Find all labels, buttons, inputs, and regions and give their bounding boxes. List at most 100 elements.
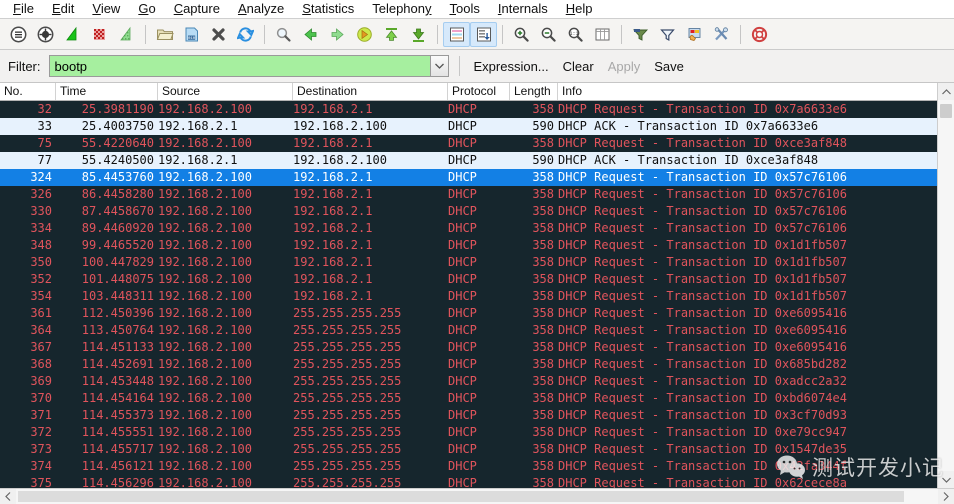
packet-cell-length: 358 bbox=[532, 306, 554, 320]
apply-filter-button[interactable]: Apply bbox=[608, 59, 641, 74]
column-header-length[interactable]: Length bbox=[510, 83, 558, 100]
go-last-packet-icon[interactable] bbox=[405, 22, 432, 47]
packet-row[interactable]: 32 25.3981190 192.168.2.100 192.168.2.1 DHCP… bbox=[0, 101, 937, 118]
packet-cell-protocol: DHCP bbox=[448, 119, 477, 133]
packet-cell-destination: 255.255.255.255 bbox=[293, 391, 402, 405]
packet-row[interactable]: 33 25.4003750 192.168.2.1 192.168.2.100 DHCP… bbox=[0, 118, 937, 135]
packet-row[interactable]: 375 114.456296 192.168.2.100 255.255.255.25… bbox=[0, 475, 937, 488]
filter-input-wrapper[interactable] bbox=[48, 55, 449, 77]
menu-item-analyze[interactable]: Analyze bbox=[229, 0, 293, 18]
packet-cell-source: 192.168.2.100 bbox=[158, 374, 252, 388]
packet-row[interactable]: 326 86.4458280 192.168.2.100 192.168.2.1 DHC… bbox=[0, 186, 937, 203]
resize-columns-icon[interactable] bbox=[589, 22, 616, 47]
menu-item-go[interactable]: Go bbox=[129, 0, 164, 18]
packet-row[interactable]: 334 89.4460920 192.168.2.100 192.168.2.1 DHC… bbox=[0, 220, 937, 237]
interfaces-icon[interactable] bbox=[5, 22, 32, 47]
packet-cell-info: DHCP Request - Transaction ID 0xe6095416 bbox=[558, 306, 847, 320]
display-filters-icon[interactable] bbox=[654, 22, 681, 47]
stop-capture-icon[interactable] bbox=[86, 22, 113, 47]
close-file-icon[interactable] bbox=[205, 22, 232, 47]
menu-item-telephony[interactable]: Telephony bbox=[363, 0, 440, 18]
column-header-time[interactable]: Time bbox=[56, 83, 158, 100]
packet-row[interactable]: 75 55.4220640 192.168.2.100 192.168.2.1 DHCP… bbox=[0, 135, 937, 152]
column-header-info[interactable]: Info bbox=[558, 83, 954, 100]
vertical-scroll-thumb[interactable] bbox=[940, 104, 952, 118]
packet-cell-source: 192.168.2.100 bbox=[158, 238, 252, 252]
display-filter-input[interactable] bbox=[49, 56, 430, 76]
menu-item-statistics[interactable]: Statistics bbox=[293, 0, 363, 18]
filter-history-dropdown[interactable] bbox=[429, 56, 448, 76]
packet-row[interactable]: 367 114.451133 192.168.2.100 255.255.255.25… bbox=[0, 339, 937, 356]
start-capture-icon[interactable] bbox=[59, 22, 86, 47]
packet-row[interactable]: 361 112.450396 192.168.2.100 255.255.255.25… bbox=[0, 305, 937, 322]
column-header-source[interactable]: Source bbox=[158, 83, 293, 100]
go-first-packet-icon[interactable] bbox=[378, 22, 405, 47]
packet-row[interactable]: 372 114.455551 192.168.2.100 255.255.255.25… bbox=[0, 424, 937, 441]
colorize-icon[interactable] bbox=[443, 21, 470, 47]
zoom-out-icon[interactable] bbox=[535, 22, 562, 47]
scroll-down-button[interactable] bbox=[938, 471, 954, 488]
go-back-icon[interactable] bbox=[297, 22, 324, 47]
reload-icon[interactable] bbox=[232, 22, 259, 47]
chevron-up-icon bbox=[941, 88, 951, 94]
packet-row[interactable]: 369 114.453448 192.168.2.100 255.255.255.25… bbox=[0, 373, 937, 390]
go-forward-icon[interactable] bbox=[324, 22, 351, 47]
scroll-left-button[interactable] bbox=[0, 489, 16, 504]
menu-item-capture[interactable]: Capture bbox=[165, 0, 229, 18]
menu-item-internals[interactable]: Internals bbox=[489, 0, 557, 18]
expression-button[interactable]: Expression... bbox=[474, 59, 549, 74]
auto-scroll-icon[interactable] bbox=[470, 21, 497, 47]
horizontal-scroll-thumb[interactable] bbox=[18, 491, 904, 502]
scroll-right-button[interactable] bbox=[938, 489, 954, 504]
coloring-rules-icon[interactable] bbox=[681, 22, 708, 47]
column-header-destination[interactable]: Destination bbox=[293, 83, 448, 100]
packet-row[interactable]: 368 114.452691 192.168.2.100 255.255.255.25… bbox=[0, 356, 937, 373]
packet-cell-destination: 255.255.255.255 bbox=[293, 425, 402, 439]
packet-cell-time: 55.4220640 bbox=[81, 136, 154, 150]
horizontal-scrollbar[interactable] bbox=[0, 488, 954, 504]
packet-row[interactable]: 373 114.455717 192.168.2.100 255.255.255.25… bbox=[0, 441, 937, 458]
packet-row[interactable]: 352 101.448075 192.168.2.100 192.168.2.1 DHC… bbox=[0, 271, 937, 288]
capture-options-icon[interactable] bbox=[32, 22, 59, 47]
packet-row[interactable]: 330 87.4458670 192.168.2.100 192.168.2.1 DHC… bbox=[0, 203, 937, 220]
menu-item-view[interactable]: View bbox=[83, 0, 129, 18]
help-contents-icon[interactable] bbox=[746, 22, 773, 47]
vertical-scrollbar[interactable] bbox=[937, 83, 954, 488]
menu-item-help[interactable]: Help bbox=[557, 0, 602, 18]
packet-cell-destination: 192.168.2.1 bbox=[293, 102, 373, 116]
packet-row[interactable]: 374 114.456121 192.168.2.100 255.255.255.25… bbox=[0, 458, 937, 475]
save-file-icon[interactable]: 010 bbox=[178, 22, 205, 47]
packet-cell-time: 114.455551 bbox=[81, 425, 154, 439]
packet-cell-time: 112.450396 bbox=[81, 306, 154, 320]
packet-row[interactable]: 354 103.448311 192.168.2.100 192.168.2.1 DHC… bbox=[0, 288, 937, 305]
packet-row[interactable]: 371 114.455373 192.168.2.100 255.255.255.25… bbox=[0, 407, 937, 424]
horizontal-scroll-track[interactable] bbox=[16, 489, 938, 504]
packet-cell-source: 192.168.2.100 bbox=[158, 476, 252, 488]
vertical-scroll-track[interactable] bbox=[938, 100, 954, 471]
packet-cell-source: 192.168.2.100 bbox=[158, 425, 252, 439]
menu-item-edit[interactable]: Edit bbox=[43, 0, 83, 18]
packet-row[interactable]: 348 99.4465520 192.168.2.100 192.168.2.1 DHC… bbox=[0, 237, 937, 254]
capture-filters-icon[interactable] bbox=[627, 22, 654, 47]
open-file-icon[interactable] bbox=[151, 22, 178, 47]
restart-capture-icon[interactable] bbox=[113, 22, 140, 47]
clear-filter-button[interactable]: Clear bbox=[563, 59, 594, 74]
zoom-in-icon[interactable] bbox=[508, 22, 535, 47]
scroll-up-button[interactable] bbox=[938, 83, 954, 100]
find-packet-icon[interactable] bbox=[270, 22, 297, 47]
packet-list-rows[interactable]: 32 25.3981190 192.168.2.100 192.168.2.1 DHCP… bbox=[0, 101, 937, 488]
packet-row[interactable]: 350 100.447829 192.168.2.100 192.168.2.1 DHC… bbox=[0, 254, 937, 271]
column-header-no[interactable]: No. bbox=[0, 83, 56, 100]
packet-row[interactable]: 77 55.4240500 192.168.2.1 192.168.2.100 DHCP… bbox=[0, 152, 937, 169]
packet-row[interactable]: 324 85.4453760 192.168.2.100 192.168.2.1 DHC… bbox=[0, 169, 937, 186]
menu-item-tools[interactable]: Tools bbox=[441, 0, 489, 18]
go-to-packet-icon[interactable] bbox=[351, 22, 378, 47]
packet-row[interactable]: 364 113.450764 192.168.2.100 255.255.255.25… bbox=[0, 322, 937, 339]
save-filter-button[interactable]: Save bbox=[654, 59, 684, 74]
packet-row[interactable]: 370 114.454164 192.168.2.100 255.255.255.25… bbox=[0, 390, 937, 407]
menu-item-file[interactable]: File bbox=[4, 0, 43, 18]
preferences-icon[interactable] bbox=[708, 22, 735, 47]
column-header-protocol[interactable]: Protocol bbox=[448, 83, 510, 100]
packet-cell-source: 192.168.2.1 bbox=[158, 119, 238, 133]
zoom-normal-icon[interactable]: 1:1 bbox=[562, 22, 589, 47]
